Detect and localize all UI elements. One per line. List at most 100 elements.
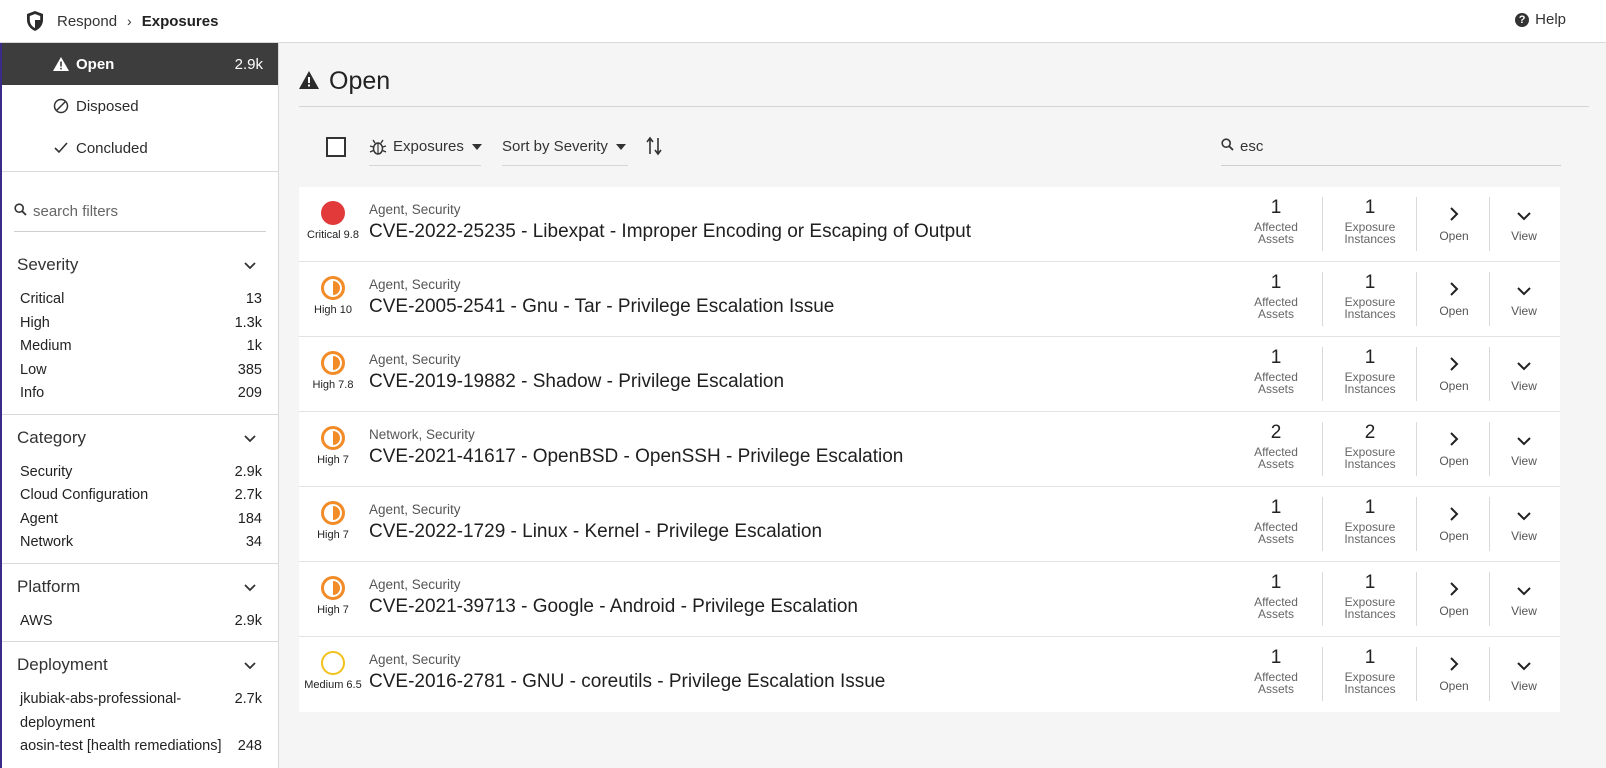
filter-option-count: 184 [237,510,262,527]
affected-assets: 1 Affected Assets [1230,197,1323,251]
exposure-instances: 1 Exposure Instances [1324,272,1417,326]
view-button[interactable]: View [1489,205,1559,243]
filter-option-label: Low [20,361,47,378]
chevron-right-icon [1419,580,1489,604]
sort-direction-icon[interactable] [646,136,662,161]
severity-label: Medium 6.5 [304,679,362,691]
filter-option-high[interactable]: High 1.3k [2,312,278,336]
exposure-instances-label-2: Instances [1344,457,1396,471]
open-button[interactable]: Open [1419,497,1490,551]
exposure-title[interactable]: CVE-2021-41617 - OpenBSD - OpenSSH - Pri… [369,446,903,468]
checkmark-icon [52,141,70,155]
chevron-down-icon [1489,505,1559,529]
status-disposed[interactable]: Disposed [2,85,278,127]
open-label: Open [1439,679,1469,693]
exposure-categories: Agent, Security [369,502,461,517]
exposure-title[interactable]: CVE-2022-25235 - Libexpat - Improper Enc… [369,221,971,243]
filter-option-count: 2.7k [234,691,262,707]
exposure-row[interactable]: Medium 6.5 Agent, Security CVE-2016-2781 -… [299,637,1560,712]
shield-logo-icon[interactable] [25,9,47,33]
page-title: Open [299,67,390,96]
open-button[interactable]: Open [1419,272,1490,326]
filter-option-aws[interactable]: AWS 2.9k [2,610,278,634]
select-all-checkbox[interactable] [326,137,346,157]
severity-label: High 7 [317,454,349,466]
exposure-row[interactable]: High 7 Network, Security CVE-2021-41617 - … [299,412,1560,487]
filter-option-network[interactable]: Network 34 [2,531,278,555]
exposure-title[interactable]: CVE-2019-19882 - Shadow - Privilege Esca… [369,371,784,393]
severity-high-icon [321,501,345,525]
affected-assets-count: 1 [1270,272,1282,293]
filter-option-medium[interactable]: Medium 1k [2,335,278,359]
open-button[interactable]: Open [1419,347,1490,401]
affected-assets-label-2: Assets [1257,232,1294,246]
open-button[interactable]: Open [1419,572,1490,626]
view-button[interactable]: View [1489,355,1559,393]
chevron-right-icon [1419,505,1489,529]
filter-group-header[interactable]: Category [2,415,278,461]
view-button[interactable]: View [1489,280,1559,318]
open-button[interactable]: Open [1419,422,1490,476]
exposure-title[interactable]: CVE-2021-39713 - Google - Android - Priv… [369,596,858,618]
filter-group-header[interactable]: Severity [2,242,278,288]
filter-option-label: AWS [20,612,53,629]
view-button[interactable]: View [1489,505,1559,543]
affected-assets: 1 Affected Assets [1230,572,1323,626]
exposure-title[interactable]: CVE-2022-1729 - Linux - Kernel - Privile… [369,521,822,543]
exposure-instances: 1 Exposure Instances [1324,647,1417,701]
exposure-row[interactable]: High 7 Agent, Security CVE-2022-1729 - Lin… [299,487,1560,562]
view-label: View [1511,454,1537,468]
severity-high-icon [321,276,345,300]
breadcrumb-parent[interactable]: Respond [57,13,117,30]
chevron-down-icon [244,655,256,675]
open-button[interactable]: Open [1419,197,1490,251]
filter-option-critical[interactable]: Critical 13 [2,288,278,312]
exposure-row[interactable]: High 7 Agent, Security CVE-2021-39713 - Go… [299,562,1560,637]
filter-option-info[interactable]: Info 209 [2,382,278,406]
view-button[interactable]: View [1489,655,1559,693]
filter-option-label: Critical [20,291,65,307]
main-content: Open Exposures Sort by Severity esc Crit… [279,43,1606,768]
filter-group-header[interactable]: Deployment [2,642,278,688]
sort-dropdown[interactable]: Sort by Severity [502,128,628,166]
exposure-instances-count: 1 [1364,197,1376,218]
view-button[interactable]: View [1489,430,1559,468]
help-label: Help [1535,11,1566,28]
filter-option-low[interactable]: Low 385 [2,359,278,383]
filter-option-label: jkubiak-abs-professional- [20,691,182,707]
filter-option-count: 2.7k [234,487,262,503]
exposure-title[interactable]: CVE-2005-2541 - Gnu - Tar - Privilege Es… [369,296,834,318]
filter-search-input[interactable]: search filters [14,192,266,232]
search-value: esc [1240,138,1264,155]
chevron-down-icon [1489,430,1559,454]
filter-option-cloud-configuration[interactable]: Cloud Configuration 2.7k [2,484,278,508]
exposure-row[interactable]: High 10 Agent, Security CVE-2005-2541 - Gn… [299,262,1560,337]
filter-option-aosin-test[interactable]: aosin-test [health remediations] 248 [2,735,278,759]
view-button[interactable]: View [1489,580,1559,618]
filter-group-header[interactable]: Platform [2,564,278,610]
affected-assets-count: 1 [1270,572,1282,593]
exposure-row[interactable]: High 7.8 Agent, Security CVE-2019-19882 - … [299,337,1560,412]
view-label: View [1511,379,1537,393]
filter-option-agent[interactable]: Agent 184 [2,508,278,532]
exposure-type-dropdown[interactable]: Exposures [369,128,482,166]
exposure-instances-label-2: Instances [1344,532,1396,546]
exposure-instances-count: 2 [1364,422,1376,443]
status-open[interactable]: Open 2.9k [2,43,278,85]
open-button[interactable]: Open [1419,647,1490,701]
sidebar: Open 2.9k Disposed Concluded search filt… [0,43,279,768]
divider [2,171,278,172]
filter-option-label: aosin-test [health remediations] [20,738,222,754]
filter-option-jkubiak-deployment-cont[interactable]: deployment [2,712,278,736]
filter-option-count: 385 [237,361,262,378]
search-input[interactable]: esc [1221,128,1561,166]
help-link[interactable]: ? Help [1515,11,1566,28]
severity-high-icon [321,351,345,375]
exposure-row[interactable]: Critical 9.8 Agent, Security CVE-2022-2523… [299,187,1560,262]
affected-assets-label-2: Assets [1257,307,1294,321]
view-label: View [1511,304,1537,318]
filter-option-jkubiak-deployment[interactable]: jkubiak-abs-professional- 2.7k [2,688,278,712]
filter-option-security[interactable]: Security 2.9k [2,461,278,485]
status-concluded[interactable]: Concluded [2,127,278,169]
exposure-title[interactable]: CVE-2016-2781 - GNU - coreutils - Privil… [369,671,885,693]
